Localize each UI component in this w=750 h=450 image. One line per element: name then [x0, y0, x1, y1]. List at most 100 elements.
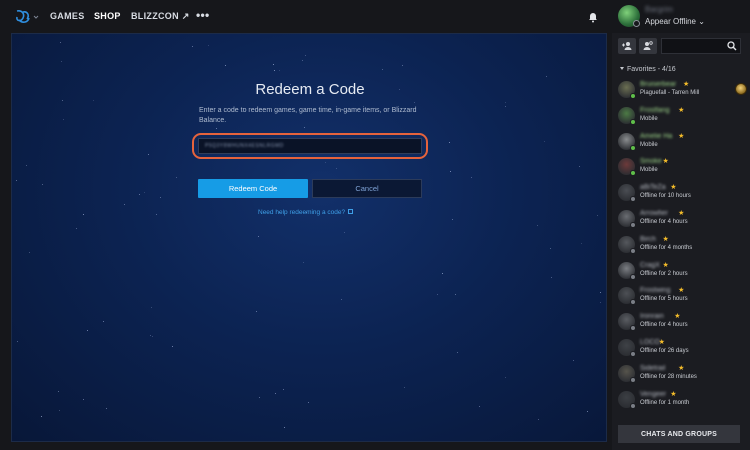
bell-icon[interactable] [588, 11, 598, 23]
redeem-code-button[interactable]: Redeem Code [198, 179, 308, 198]
wow-game-icon [735, 83, 747, 95]
profile-status-indicator [633, 20, 640, 27]
friend-status-dot [630, 273, 636, 280]
friend-status-text: Offline for 26 days [640, 348, 689, 354]
add-friend-button[interactable] [618, 38, 636, 54]
nav-games-link[interactable]: GAMES [50, 11, 85, 21]
page-title: Redeem a Code [255, 81, 365, 98]
favorite-star-icon: ★ [678, 106, 685, 114]
background-star [144, 192, 145, 193]
friend-name: CragX [640, 261, 660, 269]
background-star [258, 236, 259, 237]
profile-name[interactable]: Bargrim [645, 5, 673, 14]
friend-list-item[interactable]: Frostfang ★ Mobile [618, 106, 748, 131]
top-navigation-bar: GAMES SHOP BLIZZCON ↗ ••• Bargrim Appear… [0, 0, 750, 34]
background-star [283, 389, 284, 390]
help-redeem-link[interactable]: Need help redeeming a code? [258, 209, 354, 216]
cancel-button[interactable]: Cancel [312, 179, 422, 198]
background-star [479, 406, 480, 407]
friend-name: Sidetrail [640, 364, 666, 372]
friend-list-item[interactable]: Bruiserbear ★ Plaguefall - Tarren Mill [618, 81, 748, 105]
friend-status-dot [630, 299, 636, 306]
background-star [17, 341, 18, 342]
friend-status-text: Offline for 28 minutes [640, 373, 697, 380]
friend-list-item[interactable]: Vengeer ★ Offline for 1 month [618, 390, 748, 415]
nav-blizzcon-link[interactable]: BLIZZCON ↗ [131, 11, 190, 22]
friend-list-item[interactable]: Amelie Ha ★ Mobile [618, 132, 748, 157]
background-star [59, 410, 60, 411]
battlenet-logo-icon[interactable] [13, 8, 39, 26]
background-star [414, 102, 415, 103]
favorites-header[interactable]: Favorites - 4/16 [620, 66, 676, 73]
friend-name: Smoke [640, 158, 662, 166]
friend-status-dot [630, 118, 636, 125]
background-star [256, 311, 257, 312]
background-star [83, 214, 84, 215]
background-star [192, 46, 193, 47]
background-star [581, 243, 582, 244]
friend-status-text: Offline for 5 hours [640, 296, 688, 303]
background-star [442, 273, 443, 274]
friend-name: Frostwing [640, 287, 671, 295]
search-icon[interactable] [727, 41, 737, 51]
friend-status-text: Plaguefall - Tarren Mill [640, 90, 700, 96]
chats-and-groups-button[interactable]: CHATS AND GROUPS [618, 425, 740, 443]
friend-status-text: Offline for 4 hours [640, 322, 688, 329]
add-friend-icon [622, 42, 632, 50]
background-star [274, 70, 275, 71]
help-redeem-link-label[interactable]: Need help redeeming a code? [258, 209, 345, 216]
friend-status-dot [630, 144, 636, 151]
background-star [208, 45, 209, 46]
friend-name: Ironrain [640, 313, 664, 321]
background-star [304, 127, 305, 128]
redeem-code-panel: Redeem a Code Enter a code to redeem gam… [11, 33, 607, 442]
friend-list-item[interactable]: Arrowfier ★ Offline for 4 hours [618, 210, 748, 234]
favorite-star-icon: ★ [678, 287, 685, 295]
favorite-star-icon: ★ [670, 184, 677, 192]
background-star [457, 352, 458, 353]
manage-friends-button[interactable] [639, 38, 657, 54]
background-star [176, 177, 177, 178]
friend-list-item[interactable]: aBiTeZa ★ Offline for 10 hours [618, 184, 748, 208]
friend-settings-icon [643, 41, 653, 50]
friend-status-dot [630, 196, 636, 203]
background-star [402, 65, 403, 66]
friend-status-dot [630, 351, 636, 357]
favorite-star-icon: ★ [683, 81, 690, 88]
friend-list-item[interactable]: LOCO ★ Offline for 26 days [618, 339, 748, 363]
friend-status-text: Offline for 4 hours [640, 219, 688, 225]
background-star [279, 70, 280, 71]
favorite-star-icon: ★ [678, 364, 685, 372]
redeem-description: Enter a code to redeem games, game time,… [199, 107, 417, 124]
background-star [26, 165, 27, 166]
friend-name: Birch [640, 235, 656, 243]
friend-list-item[interactable]: Birch ★ Offline for 4 months [618, 235, 748, 260]
background-star [60, 42, 61, 43]
favorites-header-label: Favorites - 4/16 [627, 66, 676, 73]
background-star [42, 184, 43, 185]
favorite-star-icon: ★ [662, 261, 669, 269]
friend-name: LOCO [640, 339, 660, 346]
friend-list-item[interactable]: Ironrain ★ Offline for 4 hours [618, 313, 748, 337]
nav-shop-link[interactable]: SHOP [94, 11, 121, 21]
background-star [103, 321, 104, 322]
background-star [284, 427, 285, 428]
background-star [16, 180, 17, 181]
profile-status-dropdown[interactable]: Appear Offline ⌄ [645, 17, 705, 26]
more-menu-icon[interactable]: ••• [196, 8, 210, 22]
friend-list-item[interactable]: Sidetrail ★ Offline for 28 minutes [618, 364, 748, 389]
favorite-star-icon: ★ [678, 210, 685, 217]
friend-list-item[interactable]: Frostwing ★ Offline for 5 hours [618, 287, 748, 311]
background-star [325, 162, 326, 163]
background-star [600, 292, 601, 293]
friend-name: Bruiserbear [640, 81, 677, 88]
favorite-star-icon: ★ [658, 339, 665, 346]
background-star [303, 262, 304, 263]
friend-list-item[interactable]: Smoke ★ Mobile [618, 158, 748, 182]
background-star [83, 399, 84, 400]
background-star [225, 65, 226, 66]
friend-status-dot [630, 222, 636, 228]
friend-status-text: Offline for 10 hours [640, 193, 691, 200]
friend-name: Frostfang [640, 106, 670, 114]
friend-list-item[interactable]: CragX ★ Offline for 2 hours [618, 261, 748, 286]
